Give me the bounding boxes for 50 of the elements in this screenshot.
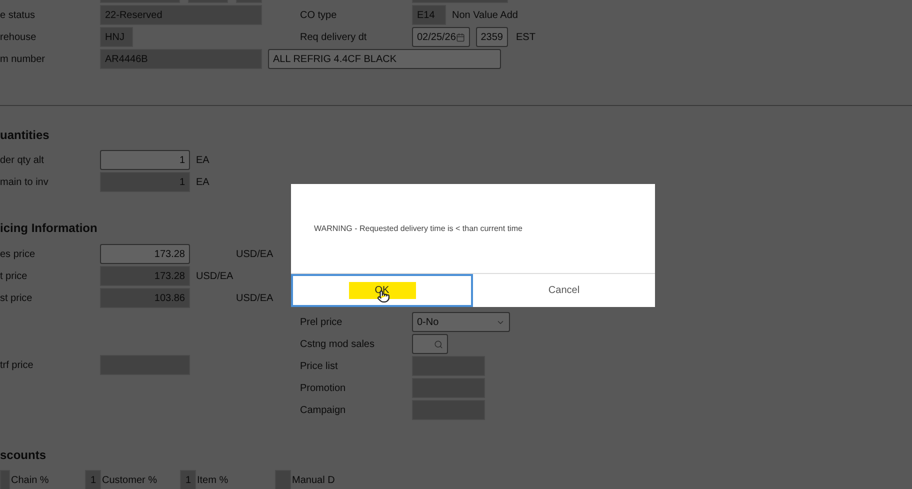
section-title: icing Information [0,220,98,237]
field-label: es price [0,248,36,262]
field-label: Cstng mod sales [300,338,376,352]
field-label: Customer % [102,474,158,488]
field-label: Campaign [300,404,347,418]
date-field[interactable]: 02/25/26 [412,27,470,47]
field-label: t price [0,270,28,284]
co-type-description: Non Value Add [452,8,518,22]
time-zone: EST [516,30,536,44]
field-label: Promotion [300,382,347,396]
field-label: Chain % [11,474,49,488]
discount-field[interactable]: 1 [85,470,101,489]
item-description-field[interactable]: ALL REFRIG 4.4CF BLACK [268,49,501,69]
unit-label: USD/EA [196,270,234,284]
field-label: trf price [0,358,34,372]
field-label: st price [0,292,34,306]
status-field[interactable]: 22-Reserved [100,5,262,25]
unit-label: EA [196,176,210,190]
item-number-field[interactable]: AR4446B [100,49,262,69]
section-title: scounts [0,447,46,464]
unit-label: USD/EA [236,292,274,306]
field-label: der qty alt [0,154,45,168]
co-type-field[interactable]: E14 [412,5,446,25]
field-label: Req delivery dt [300,30,368,44]
field-label: e status [0,8,36,22]
field-label: Item % [197,474,228,488]
time-field[interactable]: 2359 [476,27,508,47]
field-label: Prel price [300,316,344,330]
field-label: CO type [300,8,338,22]
calendar-icon[interactable] [456,32,465,42]
lookup-field[interactable] [412,334,448,354]
price-field[interactable]: 103.86 [100,288,190,308]
quantity-field[interactable]: 1 [100,150,190,170]
search-icon[interactable] [434,340,443,348]
unit-label: EA [196,154,210,168]
field-label: main to inv [0,176,50,190]
select-field[interactable]: 0-No [412,312,510,332]
discount-field[interactable]: 1 [180,470,196,489]
field-label: rehouse [0,30,38,44]
field-label: m number [0,52,46,66]
section-title: uantities [0,127,50,144]
price-field[interactable]: 173.28 [100,244,190,264]
quantity-field[interactable]: 1 [100,172,190,192]
field-label: Manual D [292,474,335,488]
cancel-button[interactable]: Cancel [473,274,655,307]
warehouse-field[interactable]: HNJ [100,27,133,47]
price-field[interactable]: 173.28 [100,266,190,286]
unit-label: USD/EA [236,248,274,262]
warning-message: WARNING - Requested delivery time is < than current time [314,222,522,234]
field-label: Price list [300,360,339,374]
